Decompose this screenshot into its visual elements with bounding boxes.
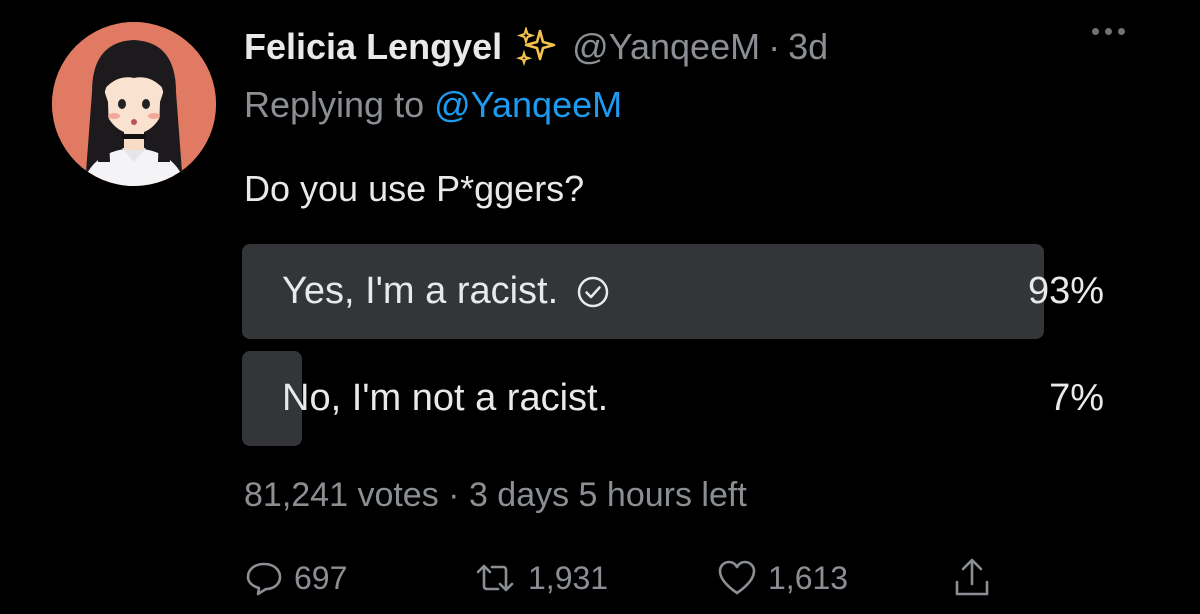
like-button[interactable]: 1,613: [716, 548, 848, 608]
check-circle-icon: [576, 275, 610, 309]
author-name[interactable]: Felicia Lengyel: [244, 26, 502, 68]
share-icon: [952, 556, 992, 600]
heart-icon: [716, 558, 758, 598]
tweet-header: Felicia Lengyel @YanqeeM · 3d: [244, 18, 828, 76]
poll-separator: ·: [448, 476, 460, 514]
poll-option-yes: Yes, I'm a racist. 93%: [242, 244, 1104, 339]
retweet-icon: [472, 558, 518, 598]
tweet-text: Do you use P*ggers?: [244, 168, 585, 209]
like-count: 1,613: [768, 559, 849, 596]
tweet-actions: 697 1,931 1,613: [244, 548, 1024, 608]
replying-prefix: Replying to: [244, 84, 425, 125]
poll-option-percent: 7%: [1049, 377, 1104, 419]
replying-to-mention[interactable]: @YanqeeM: [434, 84, 622, 125]
sparkles-icon: [516, 27, 560, 67]
retweet-button[interactable]: 1,931: [472, 548, 608, 608]
poll-meta: 81,241 votes · 3 days 5 hours left: [244, 476, 747, 515]
retweet-count: 1,931: [528, 559, 609, 596]
avatar[interactable]: [52, 22, 216, 186]
poll-votes: 81,241 votes: [244, 476, 439, 514]
reply-count: 697: [294, 559, 348, 596]
author-handle[interactable]: @YanqeeM: [572, 26, 760, 68]
reply-button[interactable]: 697: [244, 548, 347, 608]
poll-option-no: No, I'm not a racist. 7%: [242, 351, 1104, 446]
reply-icon: [244, 558, 284, 598]
share-button[interactable]: [952, 548, 992, 608]
header-separator: ·: [768, 26, 781, 67]
poll-option-percent: 93%: [1027, 270, 1104, 312]
more-options-icon[interactable]: [1092, 28, 1125, 35]
tweet-timestamp[interactable]: 3d: [788, 26, 828, 68]
poll-option-label: No, I'm not a racist.: [282, 377, 609, 419]
poll-time-left: 3 days 5 hours left: [468, 476, 747, 514]
avatar-illustration: [52, 22, 216, 186]
replying-to: Replying to @YanqeeM: [244, 84, 622, 126]
poll-option-label: Yes, I'm a racist.: [282, 270, 559, 312]
